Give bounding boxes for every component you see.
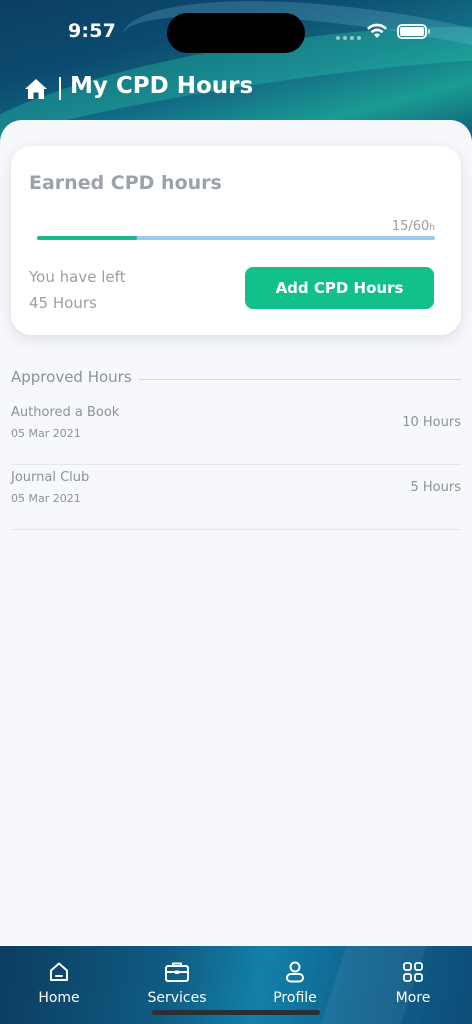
approved-hours-section-header: Approved Hours (11, 368, 461, 388)
hours-left-label: You have left (29, 268, 126, 286)
nav-label-profile: Profile (273, 990, 317, 1006)
main-content: Earned CPD hours 15/60h You have left 45… (0, 120, 472, 946)
section-divider-line (139, 379, 461, 380)
item-date: 05 Mar 2021 (11, 492, 81, 505)
nav-label-services: Services (147, 990, 207, 1006)
home-icon[interactable] (24, 78, 48, 100)
list-item[interactable]: Journal Club 05 Mar 2021 5 Hours (11, 465, 461, 530)
grid-icon (403, 962, 423, 982)
item-title: Authored a Book (11, 405, 120, 420)
page-title: My CPD Hours (70, 73, 254, 99)
home-indicator (152, 1010, 320, 1015)
status-bar-time: 9:57 (68, 20, 117, 42)
nav-item-home[interactable]: Home (0, 946, 118, 1024)
list-item[interactable]: Authored a Book 05 Mar 2021 10 Hours (11, 400, 461, 465)
progress-value: 15/60 (391, 219, 430, 234)
progress-bar (37, 236, 435, 240)
cpd-summary-card: Earned CPD hours 15/60h You have left 45… (11, 146, 461, 335)
title-divider (59, 77, 61, 100)
item-date: 05 Mar 2021 (11, 427, 81, 440)
item-hours: 10 Hours (402, 415, 461, 430)
dynamic-island (167, 13, 305, 53)
progress-label: 15/60h (392, 219, 435, 234)
cellular-signal-icon (336, 36, 361, 40)
section-title: Approved Hours (11, 368, 138, 386)
wifi-icon (367, 23, 387, 38)
hours-left-value: 45 Hours (29, 294, 97, 312)
battery-icon (397, 24, 430, 39)
card-title: Earned CPD hours (29, 172, 222, 194)
nav-label-home: Home (38, 990, 80, 1006)
add-cpd-hours-button[interactable]: Add CPD Hours (245, 267, 434, 309)
approved-hours-list: Authored a Book 05 Mar 2021 10 Hours Jou… (11, 400, 461, 530)
briefcase-icon (165, 962, 189, 982)
item-title: Journal Club (11, 470, 90, 485)
progress-bar-fill (37, 236, 137, 240)
nav-item-more[interactable]: More (354, 946, 472, 1024)
home-outline-icon (50, 962, 68, 981)
user-icon (286, 961, 304, 983)
nav-label-more: More (395, 990, 431, 1006)
progress-unit: h (429, 223, 435, 233)
item-hours: 5 Hours (410, 480, 462, 495)
